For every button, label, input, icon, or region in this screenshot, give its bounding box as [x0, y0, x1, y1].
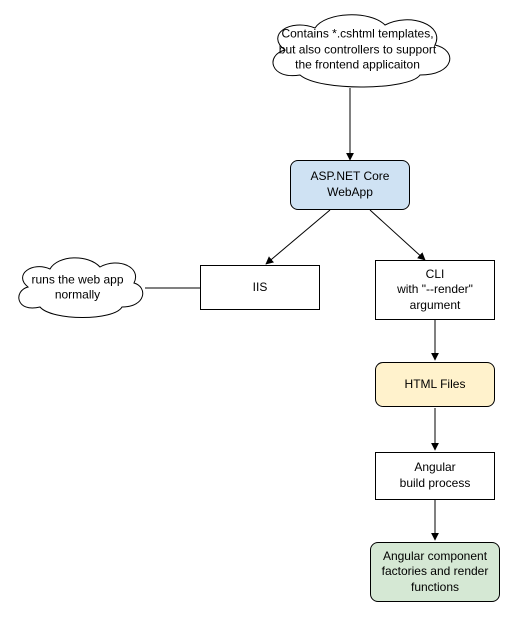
box-cli-render: CLI with "--render" argument [375, 260, 495, 320]
box-aspnet-label: ASP.NET Core WebApp [295, 169, 405, 200]
box-angular-build: Angular build process [375, 452, 495, 500]
box-iis: IIS [200, 265, 320, 310]
box-iis-label: IIS [253, 280, 268, 296]
cloud-top-label: Contains *.cshtml templates, but also co… [260, 27, 455, 74]
box-angular-components-label: Angular component factories and render f… [375, 549, 495, 596]
box-aspnet-core-webapp: ASP.NET Core WebApp [290, 160, 410, 210]
cloud-left-label: runs the web app normally [10, 272, 145, 303]
box-html-files: HTML Files [375, 362, 495, 407]
cloud-left: runs the web app normally [10, 255, 145, 320]
box-cli-label: CLI with "--render" argument [380, 267, 490, 314]
box-html-files-label: HTML Files [405, 377, 466, 393]
box-angular-build-label: Angular build process [400, 460, 471, 491]
box-angular-components: Angular component factories and render f… [370, 542, 500, 602]
cloud-top: Contains *.cshtml templates, but also co… [260, 10, 455, 90]
